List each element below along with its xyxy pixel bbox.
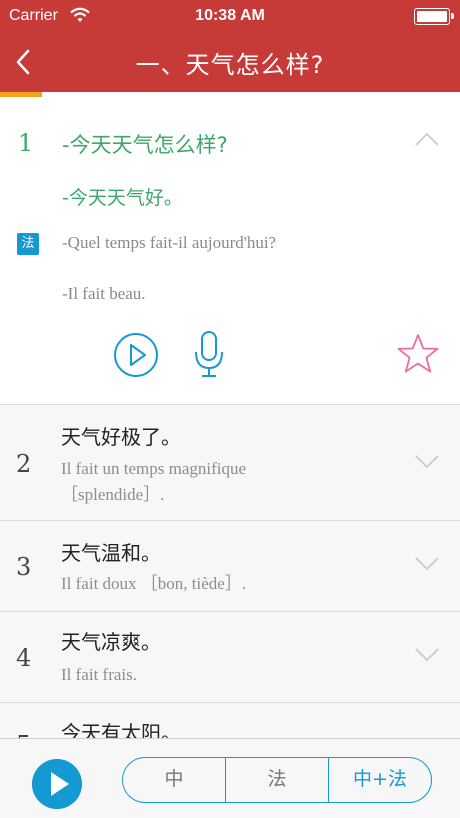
segment-chinese-french[interactable]: 中+法 bbox=[328, 758, 431, 802]
item-number: 3 bbox=[16, 553, 32, 581]
status-bar: Carrier 10:38 AM bbox=[0, 0, 460, 32]
chevron-down-icon bbox=[415, 648, 439, 662]
star-icon[interactable] bbox=[397, 333, 439, 375]
item-number: 2 bbox=[16, 450, 32, 478]
item-number: 1 bbox=[18, 129, 34, 157]
chinese-phrase: 天气凉爽。 bbox=[61, 630, 161, 654]
segment-french[interactable]: 法 bbox=[225, 758, 328, 802]
chinese-answer: -今天天气好。 bbox=[62, 187, 183, 209]
french-language-badge: 法 bbox=[17, 233, 39, 255]
battery-icon bbox=[414, 8, 454, 25]
french-phrase: Il fait frais. bbox=[61, 665, 137, 684]
french-phrase: Il fait doux ［bon, tiède］. bbox=[61, 574, 247, 593]
play-all-button[interactable] bbox=[32, 759, 82, 809]
phrase-item-expanded: 1 -今天天气怎么样? -今天天气好。 法 -Quel temps fait-i… bbox=[0, 97, 460, 405]
french-phrase-continued: ［splendide］. bbox=[61, 485, 165, 504]
chevron-down-icon bbox=[415, 455, 439, 469]
phrase-item[interactable]: 3 天气温和。 Il fait doux ［bon, tiède］. bbox=[0, 521, 460, 612]
navigation-header: Carrier 10:38 AM 一、天气怎么样? bbox=[0, 0, 460, 92]
chinese-question: -今天天气怎么样? bbox=[62, 133, 228, 157]
segment-chinese[interactable]: 中 bbox=[123, 758, 225, 802]
phrase-item[interactable]: 2 天气好极了。 Il fait un temps magnifique ［sp… bbox=[0, 405, 460, 521]
french-answer: -Il fait beau. bbox=[62, 284, 146, 303]
language-segmented-control: 中 法 中+法 bbox=[122, 757, 432, 803]
play-circle-icon[interactable] bbox=[113, 332, 159, 378]
chevron-down-icon bbox=[415, 557, 439, 571]
page-title: 一、天气怎么样? bbox=[135, 51, 325, 79]
phrase-item[interactable]: 4 天气凉爽。 Il fait frais. bbox=[0, 612, 460, 703]
french-phrase: Il fait un temps magnifique bbox=[61, 459, 247, 478]
bottom-toolbar: 中 法 中+法 bbox=[0, 738, 460, 818]
chevron-up-icon[interactable] bbox=[414, 131, 440, 147]
chinese-phrase: 天气好极了。 bbox=[61, 425, 181, 449]
item-number: 4 bbox=[16, 644, 32, 672]
microphone-icon[interactable] bbox=[192, 330, 226, 380]
status-time: 10:38 AM bbox=[195, 7, 265, 24]
chinese-phrase: 天气温和。 bbox=[61, 541, 161, 565]
french-question: -Quel temps fait-il aujourd'hui? bbox=[62, 233, 277, 252]
